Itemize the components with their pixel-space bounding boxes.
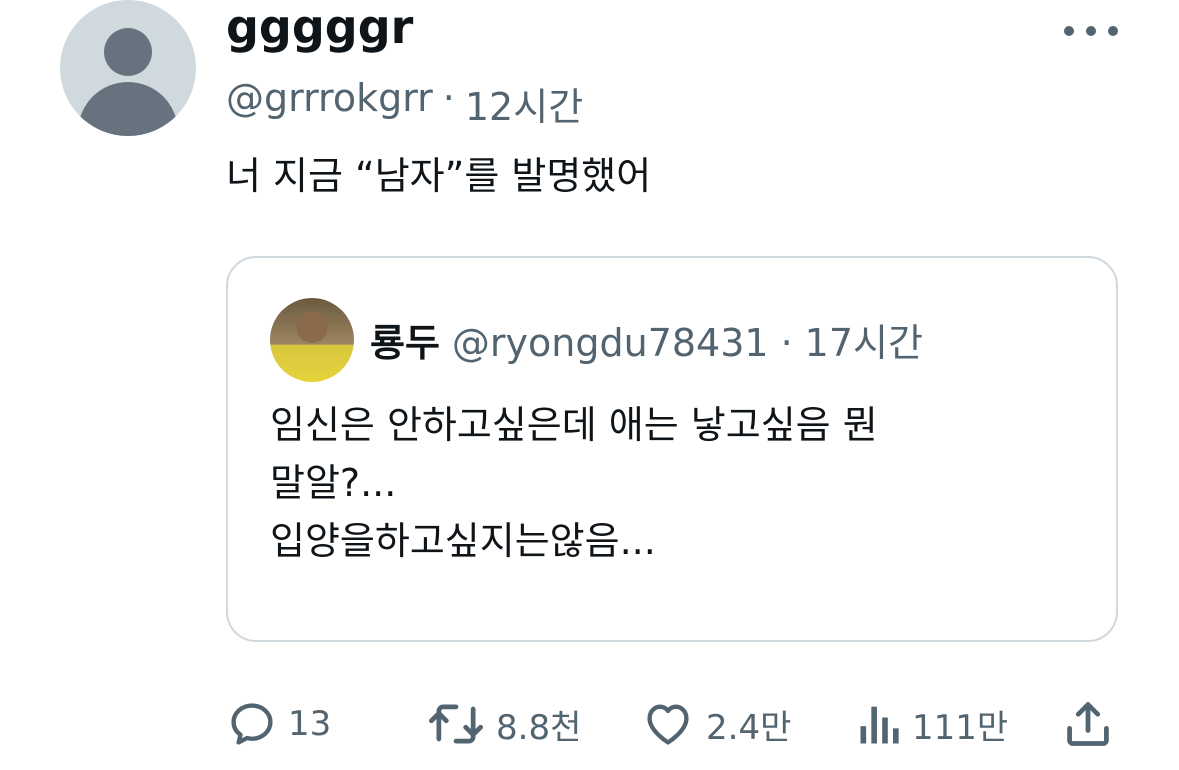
share-icon [1067, 702, 1109, 746]
heart-icon [647, 704, 689, 745]
quoted-tweet-header: 룡두 @ryongdu78431 · 17시간 [370, 312, 923, 367]
views-count: 111만 [912, 707, 1009, 748]
quoted-meta-separator: · [780, 321, 793, 365]
avatar-head-shape [104, 28, 152, 76]
retweet-button[interactable]: 8.8천 [426, 696, 581, 752]
user-handle[interactable]: @grrrokgrr [226, 76, 433, 131]
dot [1108, 26, 1118, 36]
avatar-body-shape [78, 82, 178, 136]
views-icon [860, 706, 899, 744]
dot [1086, 26, 1096, 36]
quoted-display-name: 룡두 [370, 321, 440, 365]
quoted-user-handle: @ryongdu78431 [451, 321, 769, 365]
display-name[interactable]: gggggr [226, 0, 413, 54]
tweet-time[interactable]: 12시간 [465, 76, 583, 131]
meta-separator: · [442, 76, 455, 120]
like-count: 2.4만 [706, 707, 792, 748]
views-button[interactable]: 111만 [858, 696, 1008, 752]
quoted-user-avatar [270, 298, 354, 382]
quoted-tweet-time: 17시간 [804, 321, 923, 365]
share-button[interactable] [1062, 696, 1114, 752]
user-avatar[interactable] [60, 0, 196, 136]
more-dots-icon[interactable] [1064, 16, 1118, 46]
reply-button[interactable]: 13 [226, 696, 331, 752]
retweet-count: 8.8천 [496, 707, 582, 748]
tweet-text: 너 지금 “남자”를 발명했어 [226, 154, 652, 198]
reply-count: 13 [288, 704, 332, 744]
quoted-tweet-text: 임신은 안하고싶은데 애는 낳고싶음 뭔 말알?... 입양을하고싶지는않음..… [270, 403, 878, 563]
retweet-icon [429, 704, 483, 744]
like-button[interactable]: 2.4만 [640, 696, 791, 752]
reply-icon [231, 703, 273, 745]
quoted-tweet-card[interactable]: 룡두 @ryongdu78431 · 17시간 임신은 안하고싶은데 애는 낳고… [226, 256, 1118, 642]
dot [1064, 26, 1074, 36]
action-bar: 13 8.8천 2.4만 111만 [226, 696, 1118, 752]
tweet-meta: @grrrokgrr · 12시간 [226, 76, 583, 131]
